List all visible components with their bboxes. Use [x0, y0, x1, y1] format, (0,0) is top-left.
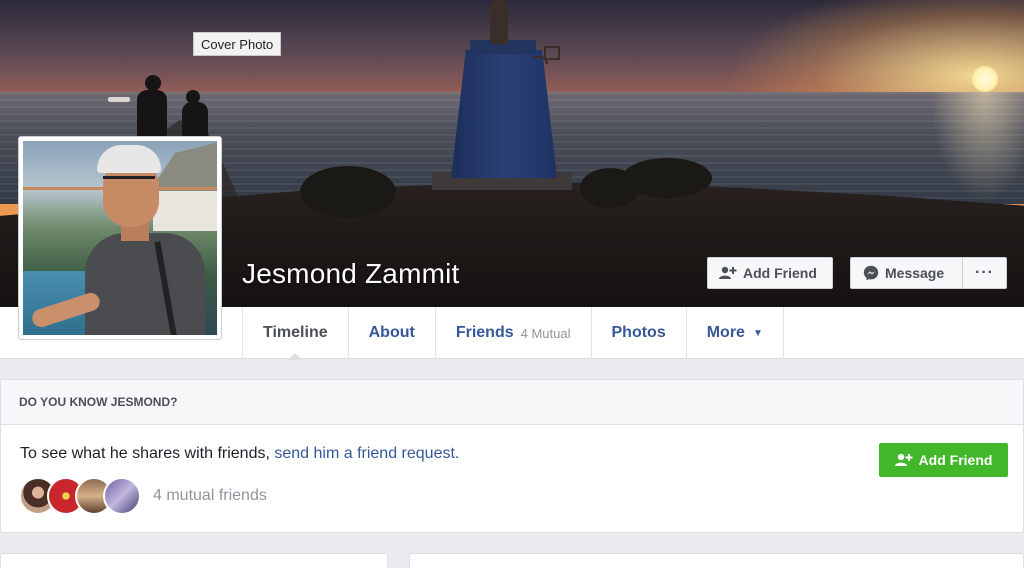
caret-down-icon: ▼	[752, 327, 763, 339]
profile-tabs: Timeline About Friends 4 Mutual Photos M…	[242, 307, 784, 360]
intro-card	[0, 553, 388, 568]
add-friend-button[interactable]: Add Friend	[707, 257, 833, 289]
card-message-text: To see what he shares with friends,	[20, 445, 270, 462]
composer-card	[409, 553, 1024, 568]
more-dots-icon: ···	[975, 264, 994, 281]
tab-label: More	[706, 324, 745, 341]
add-friend-green-label: Add Friend	[918, 452, 993, 468]
add-friend-button-green[interactable]: Add Friend	[879, 443, 1008, 477]
sun	[972, 66, 998, 92]
mutual-friends-text[interactable]: 4 mutual friends	[153, 487, 267, 505]
tab-label: Timeline	[263, 324, 328, 341]
bush	[300, 166, 396, 218]
sun-reflection	[930, 92, 1024, 202]
card-header: DO YOU KNOW JESMOND?	[1, 380, 1023, 425]
boat	[108, 97, 130, 102]
send-friend-request-link[interactable]: send him a friend request.	[274, 445, 459, 462]
tab-about[interactable]: About	[347, 307, 435, 359]
mutual-friends[interactable]: 4 mutual friends	[19, 476, 267, 516]
profile-name[interactable]: Jesmond Zammit	[242, 258, 460, 290]
add-friend-icon	[894, 453, 913, 467]
tab-photos[interactable]: Photos	[590, 307, 686, 359]
avatar-body	[85, 233, 205, 335]
statue	[490, 0, 508, 44]
tab-timeline[interactable]: Timeline	[242, 307, 348, 360]
friend-request-card: DO YOU KNOW JESMOND? To see what he shar…	[0, 379, 1024, 533]
message-label: Message	[885, 265, 945, 281]
tab-more[interactable]: More ▼	[685, 307, 784, 359]
messenger-icon	[863, 265, 879, 281]
add-friend-icon	[719, 266, 737, 280]
more-options-button[interactable]: ···	[962, 257, 1007, 289]
cover-photo-tooltip: Cover Photo	[193, 32, 282, 56]
add-friend-label: Add Friend	[743, 265, 817, 281]
avatar-cap	[97, 145, 161, 173]
monument-pedestal	[451, 50, 557, 178]
mutual-count: 4 Mutual	[520, 325, 571, 341]
tab-friends[interactable]: Friends 4 Mutual	[434, 307, 591, 359]
tab-label: About	[368, 324, 415, 341]
person-silhouette	[137, 90, 167, 136]
person-silhouette	[145, 75, 161, 91]
avatar-bg-building	[153, 191, 217, 231]
avatar	[23, 141, 217, 335]
person-silhouette	[182, 102, 208, 136]
card-message: To see what he shares with friends, send…	[20, 445, 459, 463]
lamp	[544, 46, 560, 60]
message-button[interactable]: Message	[850, 257, 963, 289]
profile-picture[interactable]	[18, 136, 222, 340]
mutual-friend-avatar[interactable]	[103, 477, 141, 515]
bush	[622, 158, 712, 198]
tab-label: Photos	[611, 324, 666, 341]
avatar-glasses	[103, 176, 155, 184]
tab-label: Friends	[455, 324, 514, 341]
